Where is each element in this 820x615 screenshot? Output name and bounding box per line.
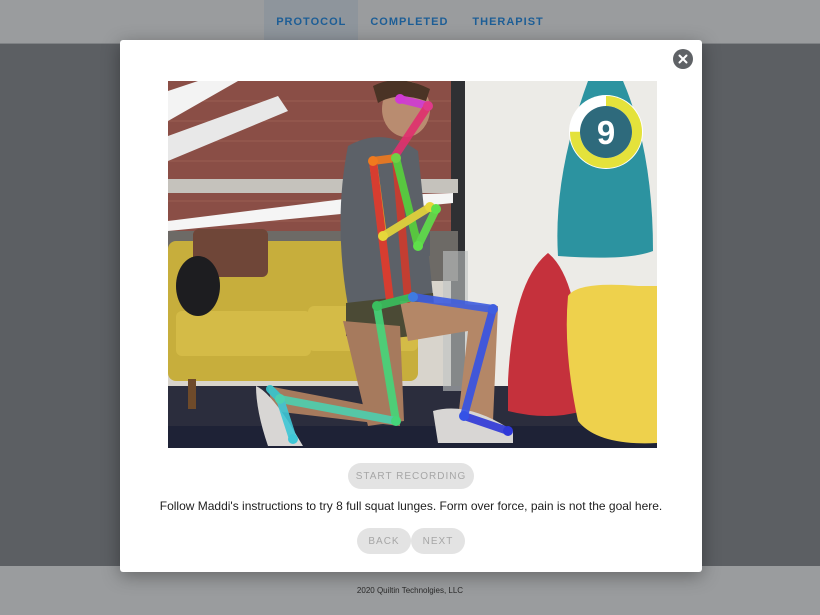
footer: 2020 Quiltin Technolgies, LLC [0,566,820,615]
tab-completed[interactable]: COMPLETED [358,0,460,43]
pose-tracking-frame: 9 [168,81,657,448]
exercise-instructions: Follow Maddi's instructions to try 8 ful… [159,499,663,513]
close-button[interactable] [673,49,693,69]
countdown-timer: 9 [569,95,643,169]
tab-protocol[interactable]: PROTOCOL [264,0,359,43]
back-button[interactable]: BACK [357,528,411,554]
exercise-modal: 9 START RECORDING Follow Maddi's instruc… [120,40,702,572]
close-icon [678,54,688,64]
camera-feed: 9 [168,81,657,448]
top-nav: PROTOCOL COMPLETED THERAPIST [0,0,820,44]
next-button[interactable]: NEXT [411,528,465,554]
footer-text: 2020 Quiltin Technolgies, LLC [356,586,464,595]
dark-pillow [176,256,220,316]
countdown-number: 9 [597,114,615,151]
yellow-cushion [566,284,657,444]
tab-therapist[interactable]: THERAPIST [460,0,555,43]
start-recording-button[interactable]: START RECORDING [348,463,474,489]
